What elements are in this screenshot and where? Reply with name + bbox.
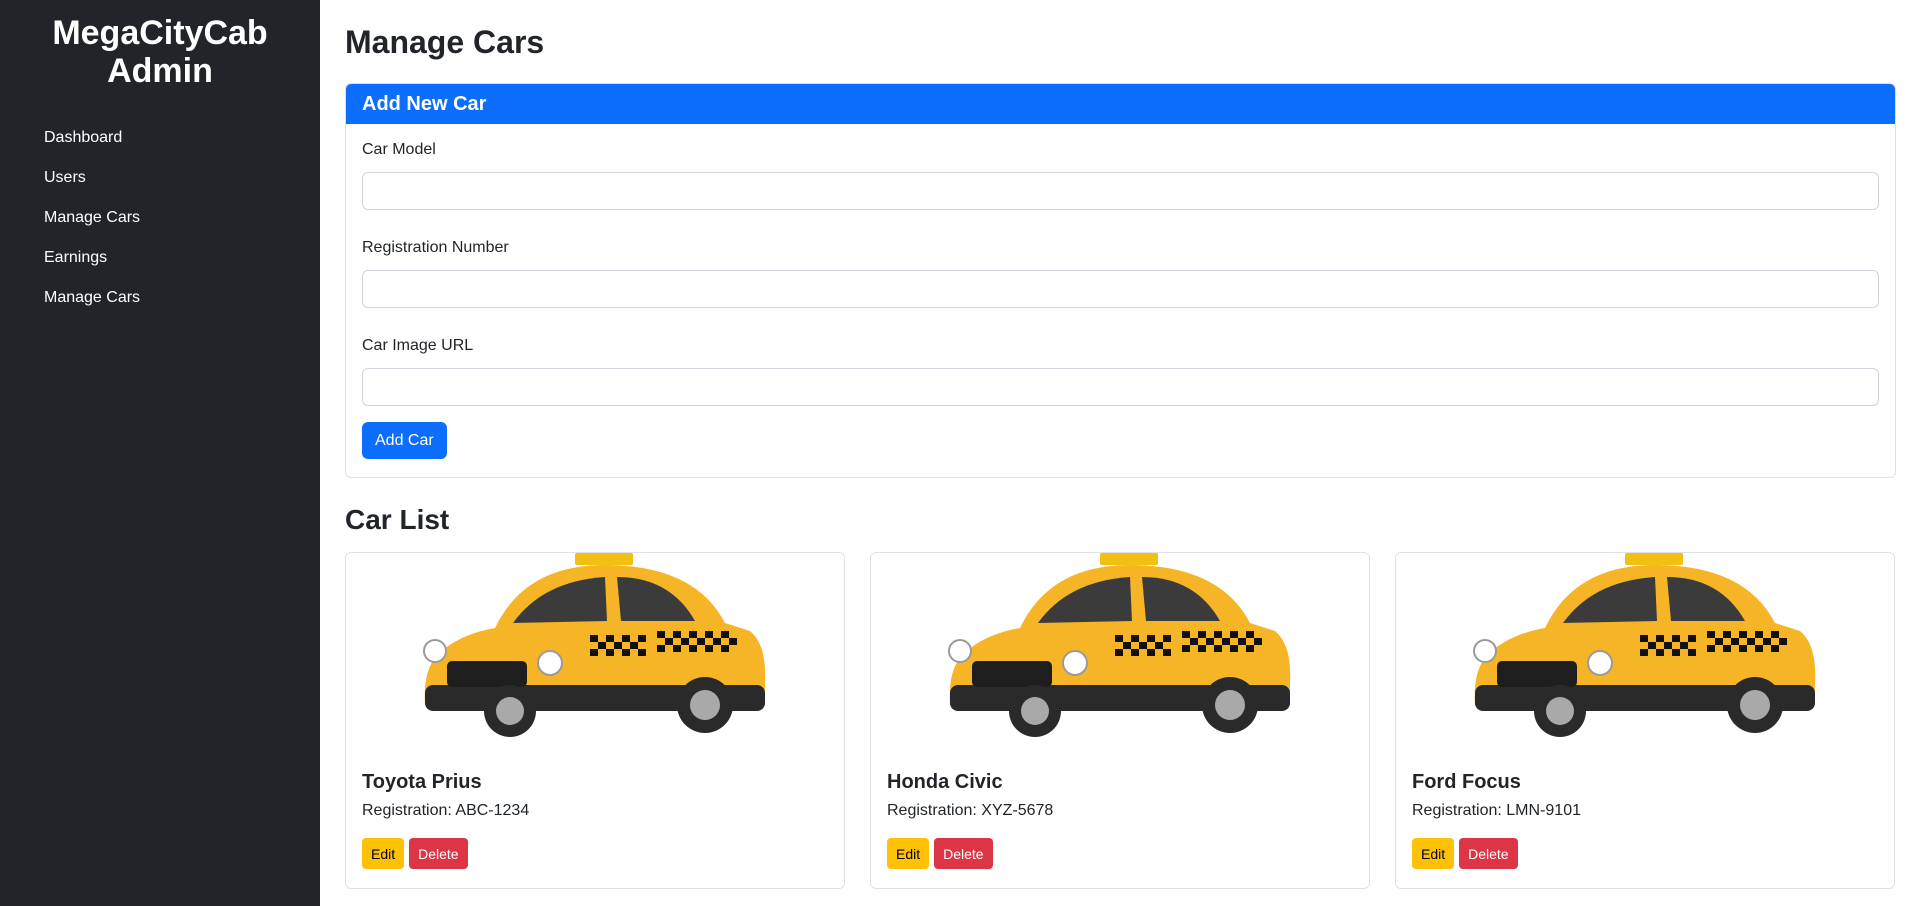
- sidebar: MegaCityCab Admin Dashboard Users Manage…: [0, 0, 320, 906]
- add-car-card-header: Add New Car: [346, 84, 1895, 124]
- car-card-actions: Edit Delete: [887, 838, 1353, 869]
- car-model-name: Honda Civic: [887, 771, 1003, 793]
- add-car-button[interactable]: Add Car: [362, 422, 447, 459]
- taxi-icon: [948, 553, 1291, 737]
- car-model-label: Car Model: [362, 141, 436, 158]
- registration-label: Registration Number: [362, 239, 509, 256]
- image-url-input[interactable]: [362, 368, 1879, 406]
- car-model-name: Toyota Prius: [362, 771, 482, 793]
- brand-line-1: MegaCityCab: [52, 14, 268, 52]
- registration-input[interactable]: [362, 270, 1879, 308]
- image-url-label: Car Image URL: [362, 337, 474, 354]
- car-model-name: Ford Focus: [1412, 771, 1521, 793]
- main-content: Manage Cars Add New Car Car Model Regist…: [320, 0, 1919, 906]
- car-card-actions: Edit Delete: [1412, 838, 1878, 869]
- page-title: Manage Cars: [345, 24, 545, 60]
- add-car-card: Add New Car Car Model Registration Numbe…: [345, 83, 1896, 478]
- edit-car-button[interactable]: Edit: [362, 838, 405, 869]
- car-card: Ford Focus Registration: LMN-9101 Edit D…: [1395, 552, 1895, 889]
- car-card-body: Ford Focus Registration: LMN-9101 Edit D…: [1396, 753, 1894, 869]
- sidebar-nav: Dashboard Users Manage Cars Earnings Man…: [0, 118, 320, 318]
- sidebar-item-manage-cars[interactable]: Manage Cars: [0, 198, 320, 238]
- car-registration: Registration: LMN-9101: [1412, 801, 1878, 821]
- car-card: Honda Civic Registration: XYZ-5678 Edit …: [870, 552, 1370, 889]
- car-card-actions: Edit Delete: [362, 838, 828, 869]
- registration-value: LMN-9101: [1506, 802, 1581, 819]
- taxi-icon: [1473, 553, 1816, 737]
- taxi-icon: [423, 553, 766, 737]
- registration-group: Registration Number: [362, 238, 1879, 336]
- registration-prefix: Registration:: [1412, 802, 1502, 819]
- brand-line-2: Admin: [107, 52, 213, 90]
- car-card-body: Toyota Prius Registration: ABC-1234 Edit…: [346, 753, 844, 869]
- taxi-image: [871, 553, 1369, 753]
- car-model-input[interactable]: [362, 172, 1879, 210]
- sidebar-item-earnings[interactable]: Earnings: [0, 238, 320, 278]
- delete-car-button[interactable]: Delete: [934, 838, 993, 869]
- add-car-form: Car Model Registration Number Car Image …: [346, 124, 1895, 477]
- registration-prefix: Registration:: [362, 802, 452, 819]
- car-model-group: Car Model: [362, 140, 1879, 238]
- registration-prefix: Registration:: [887, 802, 977, 819]
- sidebar-item-users[interactable]: Users: [0, 158, 320, 198]
- taxi-image: [346, 553, 844, 753]
- car-registration: Registration: ABC-1234: [362, 801, 828, 821]
- car-registration: Registration: XYZ-5678: [887, 801, 1353, 821]
- car-card-body: Honda Civic Registration: XYZ-5678 Edit …: [871, 753, 1369, 869]
- brand-title: MegaCityCab Admin: [0, 0, 320, 90]
- sidebar-item-manage-cars-2[interactable]: Manage Cars: [0, 278, 320, 318]
- image-url-group: Car Image URL: [362, 336, 1879, 422]
- registration-value: ABC-1234: [455, 802, 530, 819]
- delete-car-button[interactable]: Delete: [409, 838, 468, 869]
- car-list: Toyota Prius Registration: ABC-1234 Edit…: [345, 552, 1896, 889]
- taxi-image: [1396, 553, 1894, 753]
- delete-car-button[interactable]: Delete: [1459, 838, 1518, 869]
- sidebar-item-dashboard[interactable]: Dashboard: [0, 118, 320, 158]
- edit-car-button[interactable]: Edit: [1412, 838, 1455, 869]
- car-card: Toyota Prius Registration: ABC-1234 Edit…: [345, 552, 845, 889]
- car-list-title: Car List: [345, 504, 450, 535]
- registration-value: XYZ-5678: [981, 802, 1054, 819]
- edit-car-button[interactable]: Edit: [887, 838, 930, 869]
